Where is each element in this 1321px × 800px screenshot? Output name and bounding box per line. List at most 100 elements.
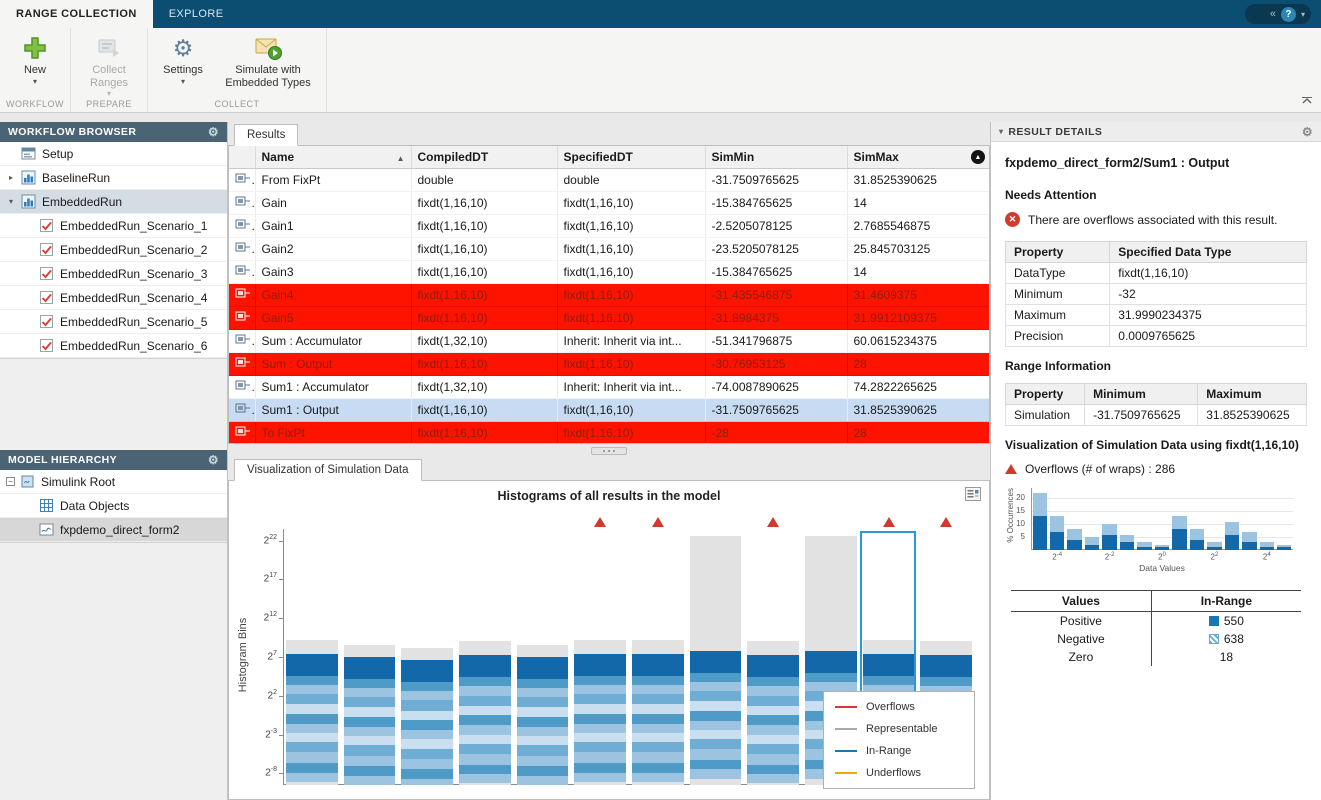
histogram-bin-band bbox=[459, 765, 511, 774]
simulate-embedded-button[interactable]: Simulate with Embedded Types bbox=[220, 33, 316, 89]
model-item-fxpdemo-direct-form2[interactable]: fxpdemo_direct_form2 bbox=[0, 518, 227, 542]
result-row-gain[interactable]: Gainfixdt(1,16,10)fixdt(1,16,10)-15.3847… bbox=[229, 191, 990, 214]
collect-ranges-button[interactable]: Collect Ranges ▾ bbox=[81, 33, 137, 97]
inrange-column-header: In-Range bbox=[1151, 591, 1301, 612]
histogram-column-gain5[interactable] bbox=[629, 529, 687, 785]
tab-visualization[interactable]: Visualization of Simulation Data bbox=[234, 459, 422, 481]
chart-legend: OverflowsRepresentableIn-RangeUnderflows bbox=[823, 691, 975, 789]
histogram-column-gain4[interactable] bbox=[571, 529, 629, 785]
data-objects-icon bbox=[39, 498, 55, 513]
scenario-icon bbox=[39, 314, 55, 329]
workflow-item-embeddedrun-scenario-3[interactable]: EmbeddedRun_Scenario_3 bbox=[0, 262, 227, 286]
result-row-gain3[interactable]: Gain3fixdt(1,16,10)fixdt(1,16,10)-15.384… bbox=[229, 260, 990, 283]
collect-ranges-icon bbox=[96, 33, 122, 63]
histogram-bin-band bbox=[344, 657, 396, 679]
model-item-data-objects[interactable]: Data Objects bbox=[0, 494, 227, 518]
splitter-grip[interactable] bbox=[591, 447, 627, 455]
signal-icon bbox=[229, 283, 255, 306]
center-pane: Results Name▲CompiledDTSpecifiedDTSimMin… bbox=[228, 122, 990, 800]
histogram-bin-band bbox=[747, 696, 799, 706]
tree-expander-icon[interactable]: ▾ bbox=[6, 197, 16, 206]
result-row-sum1-accumulator[interactable]: Sum1 : Accumulatorfixdt(1,32,10)Inherit:… bbox=[229, 375, 990, 398]
column-header-compileddt[interactable]: CompiledDT bbox=[411, 146, 557, 168]
workflow-item-baselinerun[interactable]: ▸BaselineRun bbox=[0, 166, 227, 190]
histogram-bin-band bbox=[632, 773, 684, 782]
histogram-bin-band bbox=[517, 679, 569, 688]
workflow-gear-icon[interactable]: ⚙ bbox=[208, 126, 219, 138]
column-header-specifieddt[interactable]: SpecifiedDT bbox=[557, 146, 705, 168]
histogram-column-sum-output[interactable] bbox=[744, 529, 802, 785]
result-row-gain2[interactable]: Gain2fixdt(1,16,10)fixdt(1,16,10)-23.520… bbox=[229, 237, 990, 260]
histogram-column-gain3[interactable] bbox=[514, 529, 572, 785]
range-body: Simulation-31.750976562531.8525390625 bbox=[1006, 405, 1307, 426]
histogram-column-gain[interactable] bbox=[341, 529, 399, 785]
histogram-column-gain1[interactable] bbox=[398, 529, 456, 785]
workflow-item-embeddedrun-scenario-2[interactable]: EmbeddedRun_Scenario_2 bbox=[0, 238, 227, 262]
histogram-column-sum-accumulator[interactable] bbox=[687, 529, 745, 785]
model-item-simulink-root[interactable]: −Simulink Root bbox=[0, 470, 227, 494]
result-row-gain5[interactable]: Gain5fixdt(1,16,10)fixdt(1,16,10)-31.898… bbox=[229, 306, 990, 329]
table-menu-button[interactable]: ▲ bbox=[971, 150, 985, 164]
result-row-sum-output[interactable]: Sum : Outputfixdt(1,16,10)fixdt(1,16,10)… bbox=[229, 352, 990, 375]
result-cell: -31.8984375 bbox=[705, 306, 847, 329]
values-row-negative: Negative638 bbox=[1011, 630, 1301, 648]
result-row-gain1[interactable]: Gain1fixdt(1,16,10)fixdt(1,16,10)-2.5205… bbox=[229, 214, 990, 237]
panel-expander-icon[interactable]: ▾ bbox=[999, 127, 1003, 136]
histogram-bin-band bbox=[805, 682, 857, 691]
tree-expander-icon[interactable]: ▸ bbox=[6, 173, 16, 182]
result-row-from-fixpt[interactable]: From FixPtdoubledouble-31.750976562531.8… bbox=[229, 168, 990, 191]
property-body: DataTypefixdt(1,16,10)Minimum-32Maximum3… bbox=[1006, 263, 1307, 347]
histogram-bin-band bbox=[286, 654, 338, 676]
workflow-item-embeddedrun-scenario-4[interactable]: EmbeddedRun_Scenario_4 bbox=[0, 286, 227, 310]
workflow-item-embeddedrun-scenario-5[interactable]: EmbeddedRun_Scenario_5 bbox=[0, 310, 227, 334]
result-row-to-fixpt[interactable]: To FixPtfixdt(1,16,10)fixdt(1,16,10)-282… bbox=[229, 421, 990, 444]
model-icon bbox=[39, 522, 55, 537]
collapse-toolstrip-button[interactable] bbox=[1301, 94, 1313, 108]
workflow-item-embeddedrun[interactable]: ▾EmbeddedRun bbox=[0, 190, 227, 214]
column-header-simmin[interactable]: SimMin bbox=[705, 146, 847, 168]
tree-item-label: Setup bbox=[42, 147, 73, 161]
tab-results[interactable]: Results bbox=[234, 124, 298, 146]
tab-range-collection[interactable]: RANGE COLLECTION bbox=[0, 0, 153, 28]
histogram-bin-band bbox=[401, 759, 453, 770]
workflow-item-embeddedrun-scenario-6[interactable]: EmbeddedRun_Scenario_6 bbox=[0, 334, 227, 358]
histogram-bin-band bbox=[747, 715, 799, 725]
new-button[interactable]: New ▾ bbox=[10, 33, 60, 85]
help-button[interactable]: « ? ▾ bbox=[1245, 4, 1311, 24]
result-details-gear-icon[interactable]: ⚙ bbox=[1302, 126, 1313, 138]
result-row-sum-accumulator[interactable]: Sum : Accumulatorfixdt(1,32,10)Inherit: … bbox=[229, 329, 990, 352]
histogram-bin-band bbox=[632, 733, 684, 742]
result-cell: fixdt(1,16,10) bbox=[411, 306, 557, 329]
histogram-bin-band bbox=[517, 717, 569, 727]
column-header-simmax[interactable]: SimMax bbox=[847, 146, 990, 168]
property-header: Specified Data Type bbox=[1110, 242, 1307, 263]
histogram-bin-band bbox=[517, 657, 569, 679]
result-cell: -31.7509765625 bbox=[705, 398, 847, 421]
property-head: PropertySpecified Data Type bbox=[1006, 242, 1307, 263]
tree-collapse-icon[interactable]: − bbox=[6, 477, 15, 486]
property-header-row: PropertySpecified Data Type bbox=[1006, 242, 1307, 263]
simulink-root-icon bbox=[20, 474, 36, 489]
histogram-bin-band bbox=[459, 754, 511, 765]
legend-label: In-Range bbox=[866, 745, 911, 757]
result-cell: -2.5205078125 bbox=[705, 214, 847, 237]
histogram-bin-band bbox=[344, 697, 396, 707]
tab-explore[interactable]: EXPLORE bbox=[153, 0, 240, 28]
histogram-bin-band bbox=[632, 763, 684, 772]
result-row-sum1-output[interactable]: Sum1 : Outputfixdt(1,16,10)fixdt(1,16,10… bbox=[229, 398, 990, 421]
property-cell: 31.9990234375 bbox=[1110, 305, 1307, 326]
workflow-item-setup[interactable]: Setup bbox=[0, 142, 227, 166]
settings-button[interactable]: ⚙ Settings ▾ bbox=[158, 33, 208, 85]
histogram-bin-band bbox=[459, 715, 511, 725]
histogram-bin-band bbox=[344, 688, 396, 697]
workflow-item-embeddedrun-scenario-1[interactable]: EmbeddedRun_Scenario_1 bbox=[0, 214, 227, 238]
range-header: Minimum bbox=[1085, 384, 1198, 405]
model-hierarchy-gear-icon[interactable]: ⚙ bbox=[208, 454, 219, 466]
result-row-gain4[interactable]: Gain4fixdt(1,16,10)fixdt(1,16,10)-31.435… bbox=[229, 283, 990, 306]
legend-swatch bbox=[835, 706, 857, 708]
histogram-column-gain2[interactable] bbox=[456, 529, 514, 785]
plot-properties-button[interactable] bbox=[965, 487, 981, 504]
column-header-name[interactable]: Name▲ bbox=[255, 146, 411, 168]
histogram-bin-band bbox=[574, 742, 626, 752]
histogram-column-from-fixpt[interactable] bbox=[283, 529, 341, 785]
